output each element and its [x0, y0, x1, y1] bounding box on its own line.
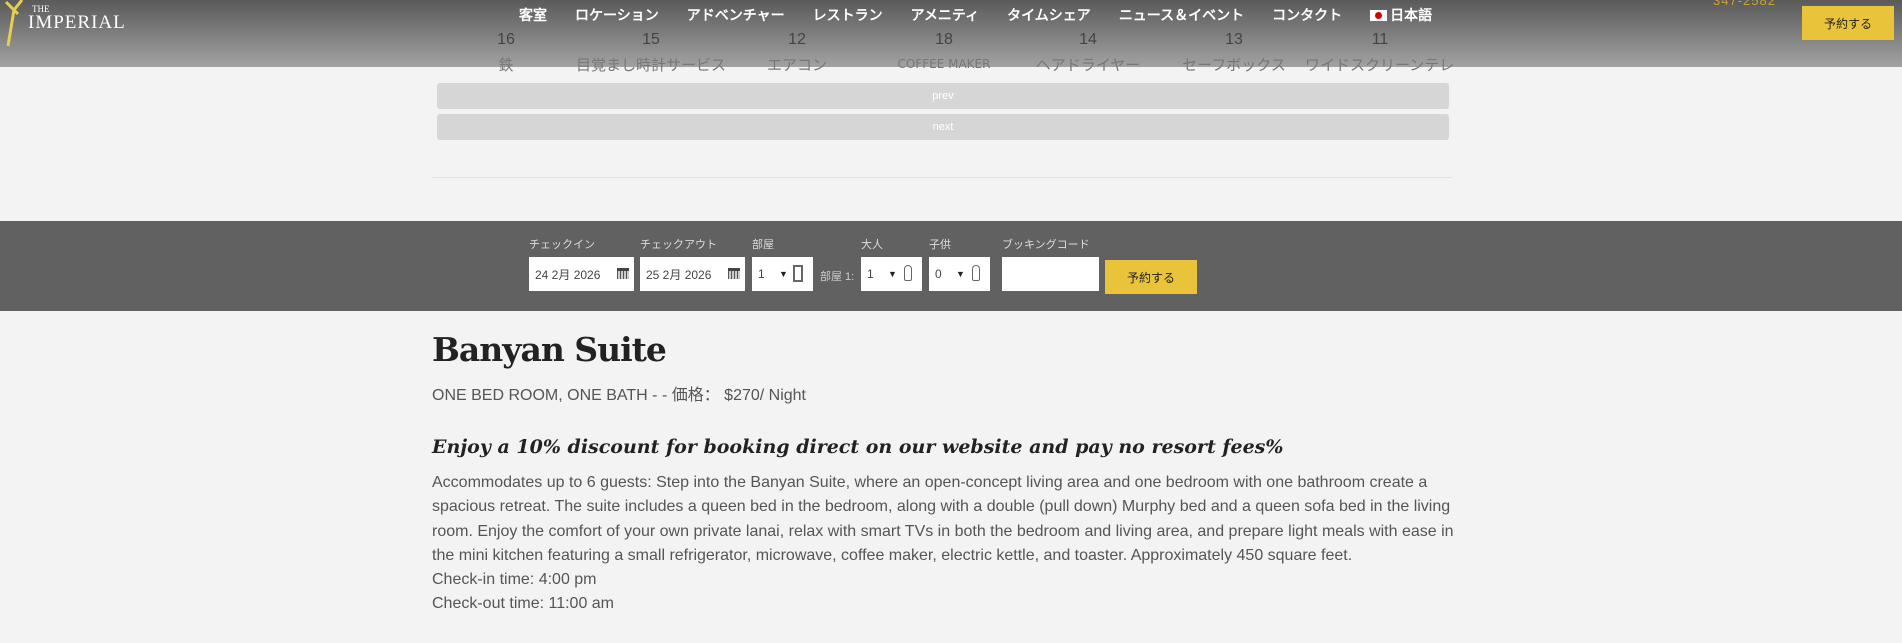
nav-news[interactable]: ニュース＆イベント — [1119, 5, 1244, 25]
nav-restaurant[interactable]: レストラン — [813, 5, 883, 25]
amenity-label: COFFEE MAKER — [897, 57, 991, 71]
room-row-label: 部屋 1: — [820, 271, 855, 283]
amenity-item: 18 COFFEE MAKER — [869, 31, 1019, 71]
checkout-value: 25 2月 2026 — [646, 267, 712, 282]
language-selector[interactable]: 日本語 — [1370, 5, 1432, 25]
children-label: 子供 — [929, 239, 951, 251]
nav-adventure[interactable]: アドベンチャー — [687, 5, 785, 25]
nav-amenities[interactable]: アメニティ — [911, 5, 979, 25]
amenity-item: 15 目覚まし時計サービス — [576, 31, 726, 75]
adults-label: 大人 — [861, 239, 883, 251]
prev-button[interactable]: prev — [437, 83, 1449, 109]
logo-text: IMPERIAL — [28, 12, 126, 33]
checkout-date-input[interactable]: 25 2月 2026 — [640, 257, 745, 291]
room-title: Banyan Suite — [432, 330, 667, 369]
amenity-count: 11 — [1371, 31, 1389, 48]
header-book-button[interactable]: 予約する — [1802, 6, 1894, 40]
book-button[interactable]: 予約する — [1105, 260, 1197, 294]
japan-flag-icon — [1370, 10, 1388, 21]
amenity-item: 12 エアコン — [722, 31, 872, 75]
amenity-label: セーフボックス — [1182, 56, 1286, 74]
amenity-count: 12 — [788, 31, 806, 48]
nav-location[interactable]: ロケーション — [575, 5, 659, 25]
amenity-label: ワイドスクリーンテレビ — [1305, 56, 1455, 74]
amenity-count: 18 — [935, 31, 953, 48]
rooms-value: 1 — [758, 267, 765, 281]
children-select[interactable]: 0 ▼ — [929, 257, 990, 291]
room-description: Accommodates up to 6 guests: Step into t… — [432, 474, 1454, 564]
amenity-label: ヘアドライヤー — [1035, 56, 1141, 74]
room-subtitle: ONE BED ROOM, ONE BATH - - 価格： $270/ Nig… — [432, 387, 807, 404]
checkout-time: Check-out time: 11:00 am — [432, 595, 615, 613]
checkin-date-input[interactable]: 24 2月 2026 — [529, 257, 634, 291]
checkout-label: チェックアウト — [640, 239, 717, 251]
person-icon — [904, 265, 912, 281]
amenity-item: 14 ヘアドライヤー — [1013, 31, 1163, 75]
next-button[interactable]: next — [437, 114, 1449, 140]
amenity-item: 13 セーフボックス — [1159, 31, 1309, 75]
amenity-item: 16 鉄 — [431, 31, 581, 75]
person-icon — [972, 265, 980, 281]
amenity-count: 15 — [642, 31, 660, 48]
door-icon — [793, 265, 803, 282]
amenity-count: 13 — [1225, 31, 1243, 48]
amenity-label: 目覚まし時計サービス — [576, 56, 726, 74]
chevron-down-icon: ▼ — [888, 269, 897, 279]
checkin-label: チェックイン — [529, 239, 595, 251]
calendar-icon[interactable] — [728, 268, 740, 279]
logo[interactable]: THE IMPERIAL — [4, 0, 126, 48]
rooms-select[interactable]: 1 ▼ — [752, 257, 813, 291]
rooms-label: 部屋 — [752, 239, 774, 251]
nav-rooms[interactable]: 客室 — [519, 5, 547, 25]
amenity-count: 16 — [497, 31, 515, 48]
adults-value: 1 — [867, 267, 874, 281]
promo-heading: Enjoy a 10% discount for booking direct … — [432, 436, 1284, 458]
nav-contact[interactable]: コンタクト — [1272, 5, 1342, 25]
divider — [432, 177, 1452, 178]
logo-icon — [4, 0, 24, 47]
calendar-icon[interactable] — [617, 268, 629, 279]
booking-code-input[interactable] — [1002, 257, 1099, 291]
amenity-item: 11 ワイドスクリーンテレビ — [1305, 31, 1455, 75]
main-nav: 客室 ロケーション アドベンチャー レストラン アメニティ タイムシェア ニュー… — [519, 5, 1460, 25]
amenity-count: 14 — [1079, 31, 1097, 48]
chevron-down-icon: ▼ — [956, 269, 965, 279]
room-description-block: Accommodates up to 6 guests: Step into t… — [432, 471, 1457, 617]
checkin-time: Check-in time: 4:00 pm — [432, 571, 597, 589]
checkin-value: 24 2月 2026 — [535, 267, 601, 282]
adults-select[interactable]: 1 ▼ — [861, 257, 922, 291]
nav-timeshare[interactable]: タイムシェア — [1007, 5, 1091, 25]
amenity-label: エアコン — [766, 56, 827, 74]
amenity-label: 鉄 — [498, 56, 514, 74]
phone-number[interactable]: 347-2582 — [1713, 0, 1776, 8]
booking-code-label: ブッキングコード — [1002, 239, 1090, 251]
language-label: 日本語 — [1390, 7, 1433, 23]
chevron-down-icon: ▼ — [779, 269, 788, 279]
children-value: 0 — [935, 267, 942, 281]
